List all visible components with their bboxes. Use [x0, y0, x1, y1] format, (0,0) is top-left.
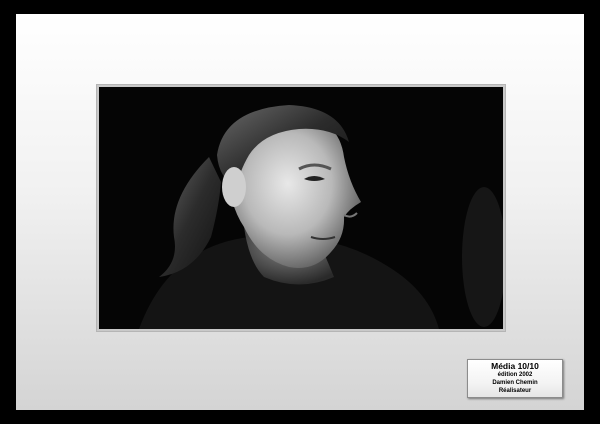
- caption-title: Média 10/10: [491, 361, 539, 371]
- portrait-illustration: [99, 87, 503, 329]
- caption-name: Damien Chemin: [492, 380, 538, 386]
- picture-frame: Média 10/10 édition 2002 Damien Chemin R…: [0, 0, 600, 424]
- caption-plate: Média 10/10 édition 2002 Damien Chemin R…: [467, 359, 563, 398]
- portrait-photo: [99, 87, 503, 329]
- caption-role: Réalisateur: [498, 388, 532, 394]
- caption-edition: édition 2002: [497, 372, 533, 378]
